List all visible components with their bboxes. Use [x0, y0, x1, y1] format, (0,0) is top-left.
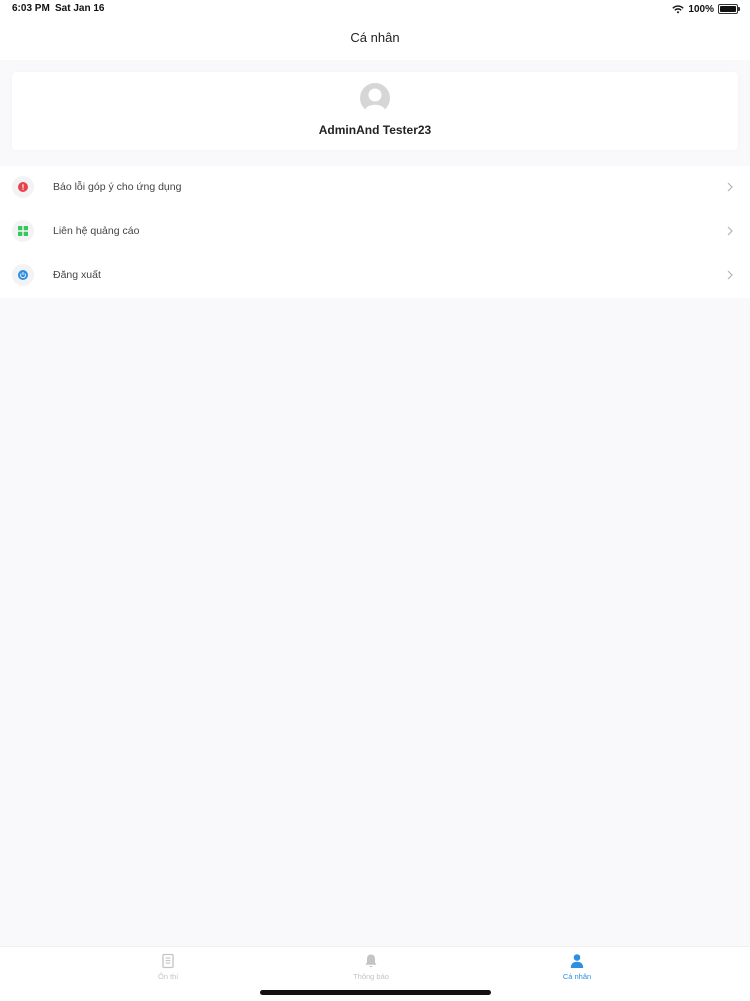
status-indicators: 100%: [672, 3, 740, 15]
menu-icon-container: [12, 220, 34, 242]
menu-item-label: Báo lỗi góp ý cho ứng dụng: [53, 181, 182, 193]
top-bar: 6:03 PM Sat Jan 16 100% Cá nhân: [0, 0, 750, 60]
person-icon: [570, 954, 584, 968]
settings-menu: Báo lỗi góp ý cho ứng dụng Liên hệ quảng…: [0, 166, 750, 298]
tab-label: Ôn thi: [157, 972, 178, 981]
avatar[interactable]: [360, 83, 390, 113]
menu-item-advertising-contact[interactable]: Liên hệ quảng cáo: [0, 210, 750, 254]
menu-icon-container: [12, 176, 34, 198]
error-report-icon: [18, 182, 28, 192]
chevron-right-icon: [727, 270, 733, 280]
status-time: 6:03 PM: [12, 3, 50, 14]
status-date: Sat Jan 16: [55, 3, 105, 14]
battery-icon: [718, 4, 740, 14]
menu-item-logout[interactable]: Đăng xuất: [0, 254, 750, 298]
ads-grid-icon: [18, 226, 28, 236]
home-indicator[interactable]: [260, 990, 491, 995]
tab-label: Thông báo: [353, 972, 389, 981]
book-icon: [162, 953, 174, 969]
tab-personal[interactable]: Cá nhân: [537, 953, 617, 993]
menu-item-label: Liên hệ quảng cáo: [53, 225, 140, 237]
wifi-icon: [672, 4, 685, 13]
menu-item-label: Đăng xuất: [53, 269, 101, 281]
power-icon: [18, 270, 28, 280]
bell-icon: [365, 954, 377, 968]
tab-notifications[interactable]: Thông báo: [331, 953, 411, 993]
menu-item-report-bug[interactable]: Báo lỗi góp ý cho ứng dụng: [0, 166, 750, 210]
chevron-right-icon: [727, 182, 733, 192]
menu-icon-container: [12, 264, 34, 286]
chevron-right-icon: [727, 226, 733, 236]
battery-percentage: 100%: [688, 3, 714, 15]
tab-study[interactable]: Ôn thi: [128, 953, 208, 993]
page-title: Cá nhân: [350, 30, 400, 45]
profile-card[interactable]: AdminAnd Tester23: [12, 72, 738, 150]
profile-name: AdminAnd Tester23: [318, 123, 432, 137]
tab-label: Cá nhân: [562, 972, 592, 981]
